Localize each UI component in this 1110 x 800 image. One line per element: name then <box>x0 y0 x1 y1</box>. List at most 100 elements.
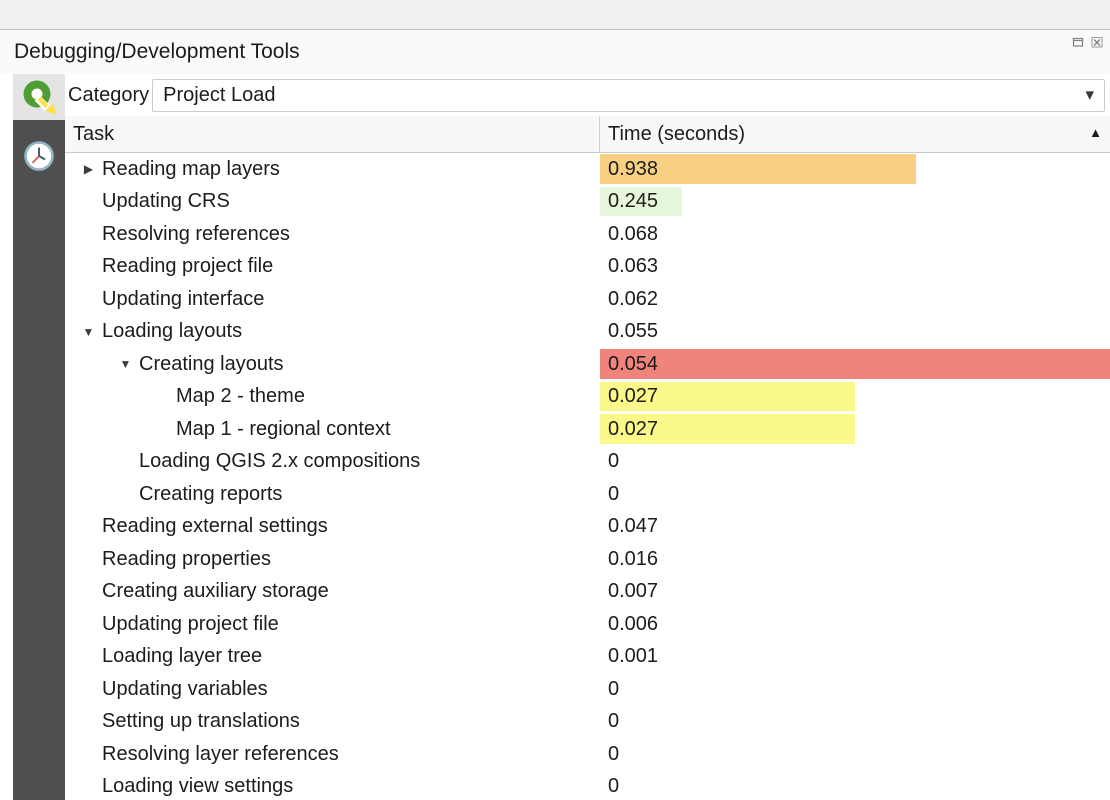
task-label: Loading layouts <box>102 320 242 343</box>
task-cell: Loading QGIS 2.x compositions <box>65 446 600 479</box>
time-cell: 0.068 <box>600 218 1110 251</box>
sort-ascending-icon[interactable]: ▲ <box>1089 125 1102 140</box>
task-cell: Creating auxiliary storage <box>65 576 600 609</box>
expander-icon[interactable]: ▼ <box>112 357 139 371</box>
task-label: Updating project file <box>102 613 279 636</box>
time-cell: 0.006 <box>600 608 1110 641</box>
table-row[interactable]: Reading properties 0.016 <box>65 543 1110 576</box>
table-row[interactable]: Reading external settings 0.047 <box>65 511 1110 544</box>
table-row[interactable]: Resolving references 0.068 <box>65 218 1110 251</box>
chevron-down-icon: ▾ <box>1085 85 1094 105</box>
task-cell: Setting up translations <box>65 706 600 739</box>
category-selected-value: Project Load <box>163 84 275 107</box>
float-icon[interactable] <box>1072 36 1084 48</box>
task-cell: Updating project file <box>65 608 600 641</box>
time-value: 0.245 <box>600 190 658 213</box>
task-label: Resolving references <box>102 223 290 246</box>
task-label: Loading QGIS 2.x compositions <box>139 450 420 473</box>
task-label: Updating CRS <box>102 190 230 213</box>
task-cell: Map 1 - regional context <box>65 413 600 446</box>
time-cell: 0 <box>600 478 1110 511</box>
qgis-logo <box>13 74 65 120</box>
table-row[interactable]: Resolving layer references 0 <box>65 738 1110 771</box>
table-row[interactable]: Setting up translations 0 <box>65 706 1110 739</box>
category-dropdown[interactable]: Project Load ▾ <box>152 79 1105 112</box>
time-value: 0.027 <box>600 418 658 441</box>
time-value: 0.063 <box>600 255 658 278</box>
task-cell: Resolving references <box>65 218 600 251</box>
table-row[interactable]: Updating project file 0.006 <box>65 608 1110 641</box>
task-cell: Creating reports <box>65 478 600 511</box>
time-value: 0 <box>600 775 619 798</box>
task-cell: Loading layer tree <box>65 641 600 674</box>
time-value: 0.001 <box>600 645 658 668</box>
time-cell: 0.001 <box>600 641 1110 674</box>
task-list: ▶ Reading map layers 0.938 Updating CRS … <box>65 153 1110 800</box>
task-label: Creating reports <box>139 483 282 506</box>
tab-profiler[interactable] <box>19 136 59 176</box>
table-row[interactable]: Updating interface 0.062 <box>65 283 1110 316</box>
time-value: 0.006 <box>600 613 658 636</box>
time-value: 0.016 <box>600 548 658 571</box>
task-cell: Reading properties <box>65 543 600 576</box>
expander-icon[interactable]: ▶ <box>75 162 102 176</box>
time-cell: 0.007 <box>600 576 1110 609</box>
task-cell: Map 2 - theme <box>65 381 600 414</box>
table-row[interactable]: Creating reports 0 <box>65 478 1110 511</box>
time-value: 0 <box>600 743 619 766</box>
time-value: 0.938 <box>600 158 658 181</box>
time-value: 0.054 <box>600 353 658 376</box>
time-value: 0.007 <box>600 580 658 603</box>
table-row[interactable]: Reading project file 0.063 <box>65 251 1110 284</box>
clock-icon <box>22 139 56 173</box>
close-icon[interactable] <box>1091 36 1103 48</box>
table-row[interactable]: ▼ Loading layouts 0.055 <box>65 316 1110 349</box>
task-label: Reading map layers <box>102 158 280 181</box>
table-row[interactable]: Loading QGIS 2.x compositions 0 <box>65 446 1110 479</box>
task-cell: Resolving layer references <box>65 738 600 771</box>
time-value: 0.027 <box>600 385 658 408</box>
task-label: Reading properties <box>102 548 271 571</box>
task-label: Updating interface <box>102 288 264 311</box>
task-label: Reading project file <box>102 255 273 278</box>
task-cell: ▼ Creating layouts <box>65 348 600 381</box>
time-cell: 0.055 <box>600 316 1110 349</box>
time-cell: 0.047 <box>600 511 1110 544</box>
left-gutter <box>0 74 13 800</box>
table-row[interactable]: Loading layer tree 0.001 <box>65 641 1110 674</box>
time-value: 0 <box>600 710 619 733</box>
time-cell: 0.027 <box>600 381 1110 414</box>
table-row[interactable]: Map 2 - theme 0.027 <box>65 381 1110 414</box>
table-row[interactable]: Loading view settings 0 <box>65 771 1110 800</box>
time-cell: 0.027 <box>600 413 1110 446</box>
task-label: Updating variables <box>102 678 268 701</box>
table-row[interactable]: Map 1 - regional context 0.027 <box>65 413 1110 446</box>
table-row[interactable]: ▼ Creating layouts 0.054 <box>65 348 1110 381</box>
time-cell: 0 <box>600 673 1110 706</box>
table-row[interactable]: Updating variables 0 <box>65 673 1110 706</box>
task-label: Map 2 - theme <box>176 385 305 408</box>
time-value: 0.055 <box>600 320 658 343</box>
task-cell: ▼ Loading layouts <box>65 316 600 349</box>
expander-icon[interactable]: ▼ <box>75 325 102 339</box>
table-row[interactable]: Updating CRS 0.245 <box>65 186 1110 219</box>
time-cell: 0 <box>600 446 1110 479</box>
task-cell: Updating variables <box>65 673 600 706</box>
task-cell: ▶ Reading map layers <box>65 153 600 186</box>
task-label: Loading layer tree <box>102 645 262 668</box>
panel-body: Category Project Load ▾ Task Time (secon… <box>0 74 1110 800</box>
table-header: Task Time (seconds) ▲ <box>65 116 1110 153</box>
column-header-time[interactable]: Time (seconds) ▲ <box>600 116 1110 152</box>
task-label: Creating auxiliary storage <box>102 580 329 603</box>
table-row[interactable]: Creating auxiliary storage 0.007 <box>65 576 1110 609</box>
task-label: Map 1 - regional context <box>176 418 391 441</box>
panel-titlebar: Debugging/Development Tools <box>0 30 1110 74</box>
task-label: Reading external settings <box>102 515 328 538</box>
qgis-logo-icon <box>20 78 58 116</box>
devtools-sidebar <box>13 74 65 800</box>
table-row[interactable]: ▶ Reading map layers 0.938 <box>65 153 1110 186</box>
application-background-strip <box>0 0 1110 30</box>
column-header-task[interactable]: Task <box>65 116 600 152</box>
task-cell: Reading external settings <box>65 511 600 544</box>
panel-titlebar-buttons <box>1072 36 1103 48</box>
